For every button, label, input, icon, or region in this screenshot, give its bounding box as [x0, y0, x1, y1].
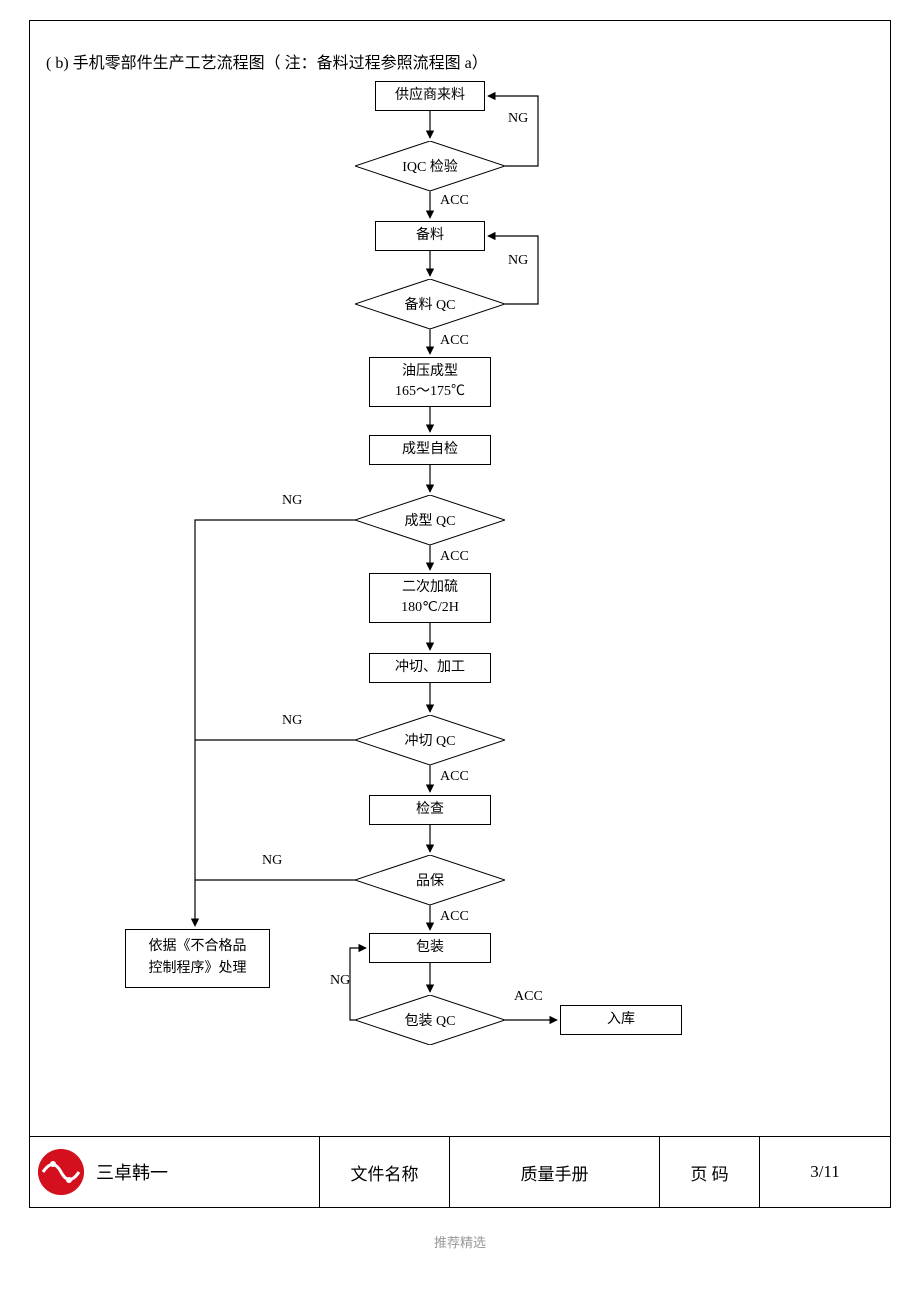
- footer-table: 三卓韩一 文件名称 质量手册 页 码 3/11: [30, 1136, 890, 1207]
- label-ng: NG: [282, 713, 302, 729]
- node-pack: 包装: [369, 933, 491, 963]
- footer-company-cell: 三卓韩一: [30, 1137, 320, 1207]
- node-qa: 品保: [355, 855, 505, 905]
- company-name: 三卓韩一: [96, 1159, 168, 1185]
- node-inspect: 检查: [369, 795, 491, 825]
- label-acc: ACC: [440, 769, 469, 785]
- label-ng: NG: [508, 253, 528, 269]
- label-ng: NG: [282, 493, 302, 509]
- label-acc: ACC: [440, 193, 469, 209]
- node-mold-qc: 成型 QC: [355, 495, 505, 545]
- label-acc: ACC: [514, 989, 543, 1005]
- label-acc: ACC: [440, 333, 469, 349]
- node-punch: 冲切、加工: [369, 653, 491, 683]
- label-acc: ACC: [440, 909, 469, 925]
- node-punch-qc: 冲切 QC: [355, 715, 505, 765]
- node-vulcan: 二次加硫 180℃/2H: [369, 573, 491, 623]
- diagram-title: ( b) 手机零部件生产工艺流程图（ 注：备料过程参照流程图 a）: [46, 49, 488, 73]
- node-hydraulic: 油压成型 165～175℃: [369, 357, 491, 407]
- footer-page-value: 3/11: [760, 1137, 890, 1207]
- node-prep-qc: 备料 QC: [355, 279, 505, 329]
- node-prep: 备料: [375, 221, 485, 251]
- bottom-note: 推荐精选: [20, 1232, 900, 1251]
- footer-doc-name-label: 文件名称: [320, 1137, 450, 1207]
- label-ng: NG: [330, 973, 350, 989]
- node-warehouse: 入库: [560, 1005, 682, 1035]
- diagram-area: ( b) 手机零部件生产工艺流程图（ 注：备料过程参照流程图 a） 供应商来料 …: [30, 21, 890, 1136]
- node-self-check: 成型自检: [369, 435, 491, 465]
- node-nonconform: 依据《不合格品 控制程序》处理: [125, 929, 270, 988]
- label-acc: ACC: [440, 549, 469, 565]
- label-ng: NG: [508, 111, 528, 127]
- footer-doc-name-value: 质量手册: [450, 1137, 660, 1207]
- footer-page-label: 页 码: [660, 1137, 760, 1207]
- company-logo: [38, 1149, 84, 1195]
- page-frame: ( b) 手机零部件生产工艺流程图（ 注：备料过程参照流程图 a） 供应商来料 …: [29, 20, 891, 1208]
- node-supplier: 供应商来料: [375, 81, 485, 111]
- node-pack-qc: 包装 QC: [355, 995, 505, 1045]
- node-iqc: IQC 检验: [355, 141, 505, 191]
- label-ng: NG: [262, 853, 282, 869]
